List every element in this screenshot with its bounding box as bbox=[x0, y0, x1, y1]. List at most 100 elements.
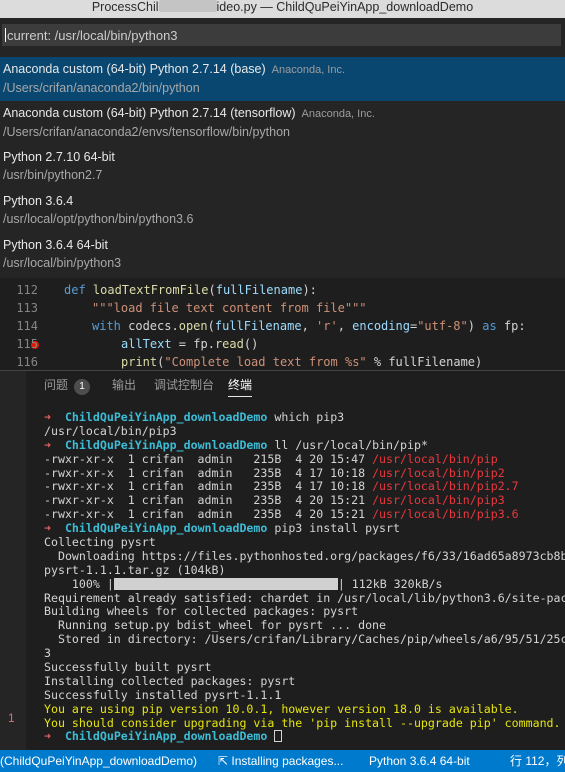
terminal-line: ➜ ChildQuPeiYinApp_downloadDemo pip3 ins… bbox=[44, 521, 565, 536]
code-token: encoding bbox=[352, 319, 410, 333]
panel-gutter: 1 bbox=[0, 371, 26, 751]
prompt-dir: ChildQuPeiYinApp_downloadDemo bbox=[64, 729, 268, 744]
terminal-cursor bbox=[274, 730, 283, 743]
code-token: def bbox=[64, 283, 93, 297]
code-token: codecs bbox=[128, 319, 172, 333]
terminal-line: ➜ ChildQuPeiYinApp_downloadDemo ll /usr/… bbox=[44, 437, 565, 453]
picker-item-label: Python 2.7.10 64-bit bbox=[3, 150, 115, 164]
text-caret bbox=[5, 28, 6, 42]
code-token: ) bbox=[467, 319, 483, 333]
code-token: fp: bbox=[503, 319, 526, 333]
code-line: 112 def loadTextFromFile(fullFilename): bbox=[0, 282, 565, 299]
ls-path: /usr/local/bin/pip bbox=[372, 451, 498, 466]
panel-tabs: 问题 1 输出 调试控制台 终端 bbox=[26, 371, 565, 399]
picker-item[interactable]: Python 2.7.10 64-bit /usr/bin/python2.7 bbox=[0, 145, 565, 189]
prompt-dir: ChildQuPeiYinApp_downloadDemo bbox=[64, 437, 268, 452]
terminal-line: Successfully built pysrt bbox=[44, 660, 212, 675]
interpreter-picker: current: /usr/local/bin/python3 Anaconda… bbox=[0, 18, 565, 278]
tab-debug-console[interactable]: 调试控制台 bbox=[154, 377, 214, 393]
code-line: 114 with codecs.open(fullFilename, 'r', e… bbox=[0, 318, 565, 335]
picker-item-label: Anaconda custom (64-bit) Python 2.7.14 (… bbox=[3, 106, 296, 120]
tab-output[interactable]: 输出 bbox=[112, 377, 136, 393]
code-token: """load file text content from file""" bbox=[92, 301, 367, 315]
bottom-panel: 1 问题 1 输出 调试控制台 终端 ➜ ChildQuPeiYinApp_dow… bbox=[0, 370, 565, 751]
terminal-command: ll /usr/local/bin/pip* bbox=[274, 437, 428, 452]
redacted-block bbox=[158, 0, 217, 12]
sync-icon: ⇱ bbox=[218, 754, 229, 768]
picker-item-path: /Users/crifan/anaconda2/bin/python bbox=[3, 81, 200, 95]
picker-item[interactable]: Python 3.6.4 64-bit /usr/local/bin/pytho… bbox=[0, 233, 565, 277]
ls-meta: -rwxr-xr-x 1 crifan admin 235B 4 17 10:1… bbox=[44, 465, 373, 480]
picker-item-path: /Users/crifan/anaconda2/envs/tensorflow/… bbox=[3, 125, 290, 139]
code-line: 115 allText = fp.read() bbox=[0, 336, 565, 353]
terminal-line: -rwxr-xr-x 1 crifan admin 235B 4 20 15:2… bbox=[44, 507, 565, 522]
terminal-line: -rwxr-xr-x 1 crifan admin 235B 4 17 10:1… bbox=[44, 465, 565, 481]
picker-item-label: Anaconda custom (64-bit) Python 2.7.14 (… bbox=[3, 62, 266, 76]
line-number: 115 bbox=[16, 337, 38, 351]
picker-item[interactable]: Anaconda custom (64-bit) Python 2.7.14 (… bbox=[0, 101, 565, 145]
terminal-line: Collecting pysrt bbox=[44, 535, 156, 550]
picker-item[interactable]: Python 3.6.4 /usr/local/opt/python/bin/p… bbox=[0, 189, 565, 233]
ls-path: /usr/local/bin/pip3 bbox=[372, 493, 505, 508]
picker-item-desc: Anaconda, Inc. bbox=[271, 64, 346, 76]
code-token: = fp. bbox=[171, 337, 215, 351]
code-token: fullFilename bbox=[214, 319, 302, 333]
code-token: "utf-8" bbox=[417, 319, 468, 333]
code-token: loadTextFromFile bbox=[92, 283, 209, 297]
terminal-line: -rwxr-xr-x 1 crifan admin 235B 4 20 15:2… bbox=[44, 493, 565, 508]
terminal-warning: You should consider upgrading via the 'p… bbox=[44, 715, 561, 730]
problems-count-badge: 1 bbox=[74, 379, 91, 395]
tab-terminal[interactable]: 终端 bbox=[228, 377, 253, 397]
code-token: fullFilename bbox=[215, 283, 303, 297]
status-cursor-position[interactable]: 行 112，列 bbox=[510, 750, 565, 772]
picker-item-path: /usr/bin/python2.7 bbox=[3, 168, 103, 182]
status-installing[interactable]: ⇱ Installing packages... bbox=[218, 750, 343, 772]
terminal-output[interactable]: ➜ ChildQuPeiYinApp_downloadDemo which pi… bbox=[44, 411, 565, 751]
terminal-line: Stored in directory: /Users/crifan/Libra… bbox=[44, 632, 565, 647]
progress-percent: 100% | bbox=[44, 576, 114, 591]
ls-meta: -rwxr-xr-x 1 crifan admin 235B 4 17 10:1… bbox=[44, 479, 373, 494]
download-progress-bar bbox=[113, 577, 338, 590]
terminal-line: Building wheels for collected packages: … bbox=[44, 604, 359, 619]
interpreter-filter-text: current: /usr/local/bin/python3 bbox=[7, 28, 178, 43]
picker-item-label: Python 3.6.4 64-bit bbox=[3, 238, 108, 252]
code-token: ( bbox=[208, 283, 216, 297]
prompt-arrow-icon: ➜ bbox=[44, 437, 51, 452]
interpreter-filter-input[interactable]: current: /usr/local/bin/python3 bbox=[2, 24, 561, 46]
terminal-line: Installing collected packages: pysrt bbox=[44, 673, 296, 688]
terminal-command: pip3 install pysrt bbox=[274, 521, 400, 536]
prompt-arrow-icon: ➜ bbox=[44, 521, 51, 536]
picker-item[interactable]: Anaconda custom (64-bit) Python 2.7.14 (… bbox=[0, 57, 565, 101]
terminal-command: which pip3 bbox=[274, 411, 345, 424]
window-title-left: ProcessChil bbox=[91, 0, 159, 14]
code-token: print bbox=[121, 355, 158, 369]
line-number: 112 bbox=[16, 283, 38, 297]
code-token: allText bbox=[121, 337, 172, 351]
status-env[interactable]: (ChildQuPeiYinApp_downloadDemo) bbox=[0, 750, 197, 772]
ls-path: /usr/local/bin/pip2 bbox=[372, 465, 505, 480]
status-interpreter[interactable]: Python 3.6.4 64-bit bbox=[369, 750, 470, 772]
code-token: , bbox=[337, 319, 353, 333]
line-number: 114 bbox=[16, 319, 38, 333]
terminal-line: -rwxr-xr-x 1 crifan admin 235B 4 17 10:1… bbox=[44, 480, 565, 494]
terminal-line: ➜ ChildQuPeiYinApp_downloadDemo which pi… bbox=[44, 411, 565, 425]
ls-path: /usr/local/bin/pip2.7 bbox=[372, 479, 519, 494]
code-token: % fullFilename) bbox=[366, 355, 483, 369]
code-token: with bbox=[92, 319, 129, 333]
picker-item-path: /usr/local/bin/python3 bbox=[3, 256, 122, 270]
code-token: ): bbox=[302, 283, 317, 297]
code-token: 'r' bbox=[316, 319, 338, 333]
terminal-line: Successfully installed pysrt-1.1.1 bbox=[44, 687, 282, 702]
terminal-line: Downloading https://files.pythonhosted.o… bbox=[44, 548, 565, 563]
code-token: "Complete load text from %s" bbox=[164, 355, 367, 369]
code-token: ( bbox=[207, 319, 215, 333]
prompt-arrow-icon: ➜ bbox=[44, 411, 51, 424]
ls-path: /usr/local/bin/pip3.6 bbox=[372, 507, 519, 522]
terminal-line: /usr/local/bin/pip3 bbox=[44, 423, 177, 438]
tab-problems[interactable]: 问题 1 bbox=[44, 377, 91, 395]
code-token: , bbox=[301, 319, 317, 333]
status-installing-label: Installing packages... bbox=[231, 754, 344, 768]
code-line: 116 print("Complete load text from %s" % … bbox=[0, 354, 565, 370]
terminal-line: 3 bbox=[44, 646, 51, 661]
code-editor[interactable]: 112 def loadTextFromFile(fullFilename): 1… bbox=[0, 278, 565, 370]
